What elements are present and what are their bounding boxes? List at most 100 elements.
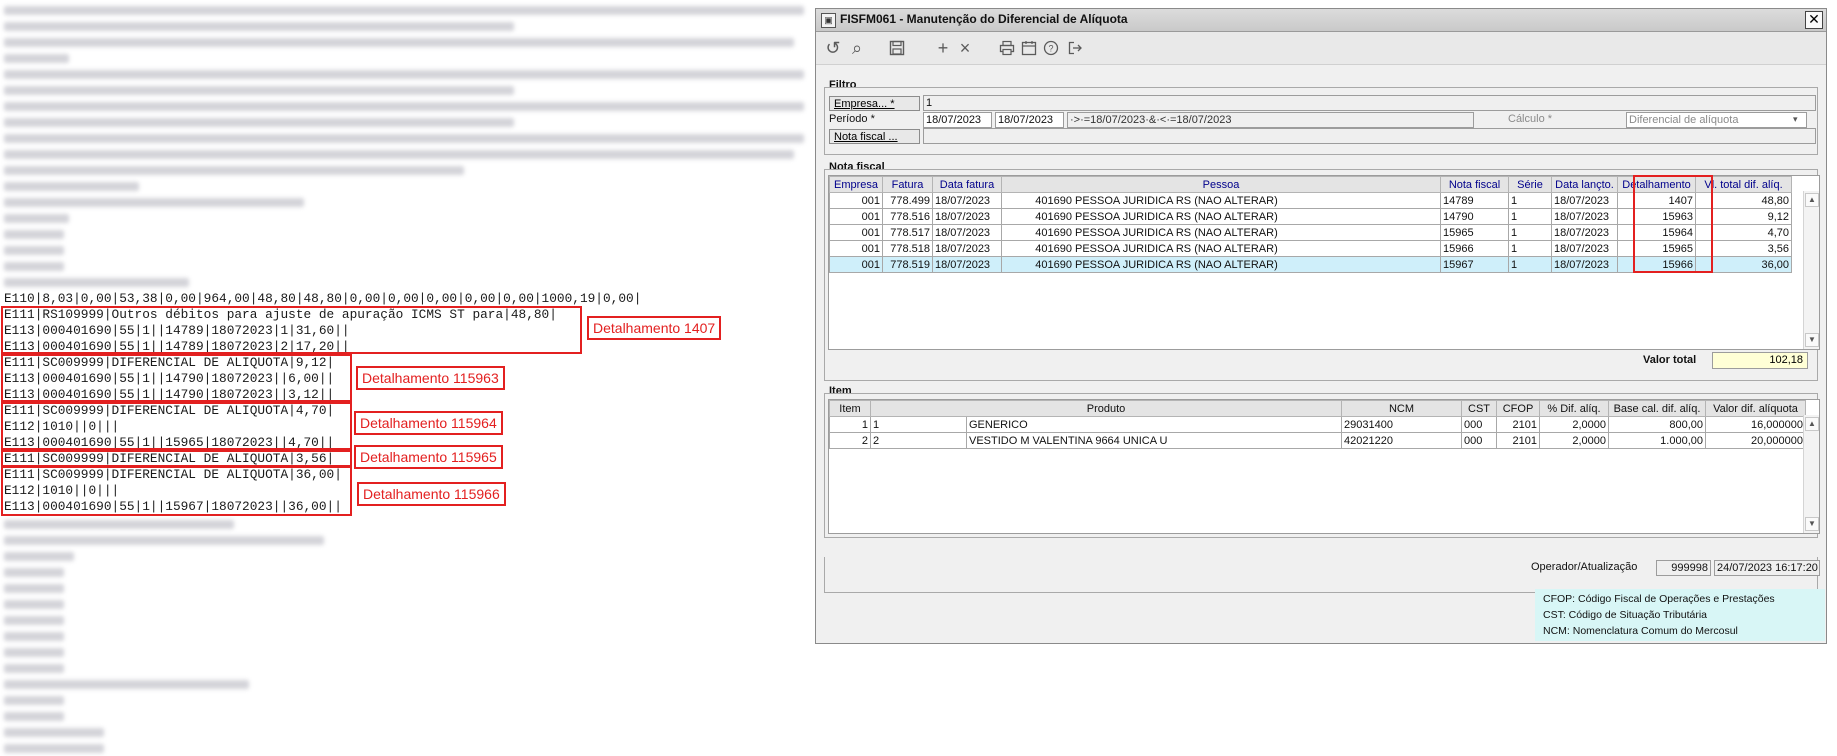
detalhamento-highlight — [1633, 175, 1713, 273]
cell-item: 1 — [829, 416, 871, 433]
cell-valor-dif: 16,000000 — [1705, 416, 1806, 433]
chevron-down-icon[interactable]: ▾ — [1793, 114, 1798, 125]
column-header-empresa[interactable]: Empresa — [829, 176, 883, 193]
cell-data-lancto: 18/07/2023 — [1551, 192, 1618, 209]
blurred-line — [4, 552, 74, 561]
cell-data-fatura: 18/07/2023 — [932, 240, 1002, 257]
refresh-icon[interactable]: ↺ — [822, 37, 844, 59]
print-icon[interactable] — [996, 37, 1018, 59]
blurred-line — [4, 182, 139, 191]
atualizacao-field: 24/07/2023 16:17:20 — [1714, 560, 1820, 576]
save-icon[interactable] — [886, 37, 908, 59]
blurred-line — [4, 166, 464, 175]
text-file-pane[interactable]: E110|8,03|0,00|53,38|0,00|964,00|48,80|4… — [0, 0, 815, 756]
item-table[interactable]: Item Produto NCM CST CFOP % Dif. alíq. B… — [828, 399, 1820, 534]
blurred-line — [4, 584, 64, 593]
nota-fiscal-field[interactable] — [923, 128, 1816, 144]
blurred-line — [4, 246, 64, 255]
cell-data-fatura: 18/07/2023 — [932, 256, 1002, 273]
cell-data-fatura: 18/07/2023 — [932, 224, 1002, 241]
operador-field: 999998 — [1656, 560, 1711, 576]
scroll-up-icon[interactable]: ▲ — [1805, 193, 1819, 207]
cell-pessoa-nome: PESSOA JURIDICA RS (NAO ALTERAR) — [1075, 210, 1278, 223]
calculo-select[interactable]: Diferencial de alíquota — [1626, 112, 1807, 128]
scroll-down-icon[interactable]: ▼ — [1805, 333, 1819, 347]
empresa-button[interactable]: Empresa... * — [829, 96, 920, 111]
column-header-data-fatura[interactable]: Data fatura — [932, 176, 1002, 193]
periodo-de-field[interactable]: 18/07/2023 — [923, 112, 992, 128]
svg-text:?: ? — [1048, 44, 1053, 54]
title-bar[interactable]: ▣ FISFM061 - Manutenção do Diferencial d… — [816, 9, 1826, 32]
column-header-valor-dif[interactable]: Valor dif. alíquota — [1705, 400, 1806, 417]
cell-pessoa-nome: PESSOA JURIDICA RS (NAO ALTERAR) — [1075, 242, 1278, 255]
delete-icon[interactable]: × — [954, 37, 976, 59]
table-row[interactable]: 1 1 GENERICO 29031400 000 2101 2,0000 80… — [829, 416, 1806, 433]
blurred-line — [4, 568, 64, 577]
column-header-ncm[interactable]: NCM — [1341, 400, 1462, 417]
column-header-nota-fiscal[interactable]: Nota fiscal — [1440, 176, 1509, 193]
periodo-expression-field[interactable]: ·>·=18/07/2023·&·<·=18/07/2023 — [1067, 112, 1474, 128]
calendar-icon[interactable] — [1018, 37, 1040, 59]
blurred-line — [4, 262, 64, 271]
cell-serie: 1 — [1508, 208, 1552, 225]
dialog-window: ▣ FISFM061 - Manutenção do Diferencial d… — [815, 8, 1827, 644]
callout-115966: Detalhamento 115966 — [357, 482, 506, 506]
operador-label: Operador/Atualização — [1531, 561, 1638, 573]
cell-cfop: 2101 — [1496, 432, 1540, 449]
column-header-fatura[interactable]: Fatura — [882, 176, 933, 193]
cell-fatura: 778.516 — [882, 208, 933, 225]
cell-data-lancto: 18/07/2023 — [1551, 256, 1618, 273]
cell-nota: 14790 — [1440, 208, 1509, 225]
cell-cst: 000 — [1461, 416, 1497, 433]
blurred-line — [4, 680, 249, 689]
nota-fiscal-scrollbar[interactable]: ▲ ▼ — [1803, 191, 1819, 349]
cell-serie: 1 — [1508, 224, 1552, 241]
blurred-line — [4, 70, 804, 79]
blurred-line — [4, 134, 804, 143]
close-button[interactable]: ✕ — [1805, 11, 1823, 29]
cell-pessoa-cod: 401690 — [1035, 194, 1072, 207]
column-header-produto[interactable]: Produto — [870, 400, 1342, 417]
exit-icon[interactable] — [1064, 37, 1086, 59]
blurred-line — [4, 536, 324, 545]
column-header-serie[interactable]: Série — [1508, 176, 1552, 193]
cell-produto-cod: 2 — [870, 432, 967, 449]
column-header-base-calc[interactable]: Base cal. dif. alíq. — [1608, 400, 1706, 417]
cell-empresa: 001 — [829, 208, 883, 225]
cell-pessoa-nome: PESSOA JURIDICA RS (NAO ALTERAR) — [1075, 194, 1278, 207]
cell-pessoa: 401690 PESSOA JURIDICA RS (NAO ALTERAR) — [1001, 240, 1441, 257]
add-icon[interactable]: + — [932, 37, 954, 59]
highlight-box-115965 — [1, 450, 352, 467]
blurred-line — [4, 744, 104, 753]
blurred-line — [4, 632, 64, 641]
cell-fatura: 778.518 — [882, 240, 933, 257]
search-icon[interactable]: ⌕ — [846, 37, 868, 59]
column-header-item[interactable]: Item — [829, 400, 871, 417]
periodo-ate-field[interactable]: 18/07/2023 — [995, 112, 1064, 128]
scroll-down-icon[interactable]: ▼ — [1805, 517, 1819, 531]
cell-cst: 000 — [1461, 432, 1497, 449]
column-header-cfop[interactable]: CFOP — [1496, 400, 1540, 417]
blurred-line — [4, 600, 64, 609]
cell-nota: 14789 — [1440, 192, 1509, 209]
help-icon[interactable]: ? — [1040, 37, 1062, 59]
cell-pessoa-nome: PESSOA JURIDICA RS (NAO ALTERAR) — [1075, 226, 1278, 239]
cell-serie: 1 — [1508, 240, 1552, 257]
callout-115964: Detalhamento 115964 — [354, 411, 503, 435]
legend-cst: CST: Código de Situação Tributária — [1543, 609, 1708, 621]
column-header-pct-dif[interactable]: % Dif. alíq. — [1539, 400, 1609, 417]
column-header-data-lancto[interactable]: Data lançto. — [1551, 176, 1618, 193]
callout-1407: Detalhamento 1407 — [587, 316, 722, 340]
item-scrollbar[interactable]: ▲ ▼ — [1803, 415, 1819, 533]
column-header-pessoa[interactable]: Pessoa — [1001, 176, 1441, 193]
blurred-line — [4, 728, 104, 737]
cell-ncm: 42021220 — [1341, 432, 1462, 449]
empresa-field[interactable]: 1 — [923, 95, 1816, 111]
scroll-up-icon[interactable]: ▲ — [1805, 417, 1819, 431]
cell-nota: 15966 — [1440, 240, 1509, 257]
cell-nota: 15965 — [1440, 224, 1509, 241]
table-row[interactable]: 2 2 VESTIDO M VALENTINA 9664 UNICA U 420… — [829, 432, 1806, 449]
blurred-line — [4, 696, 64, 705]
nota-fiscal-button[interactable]: Nota fiscal ... — [829, 129, 920, 144]
column-header-cst[interactable]: CST — [1461, 400, 1497, 417]
